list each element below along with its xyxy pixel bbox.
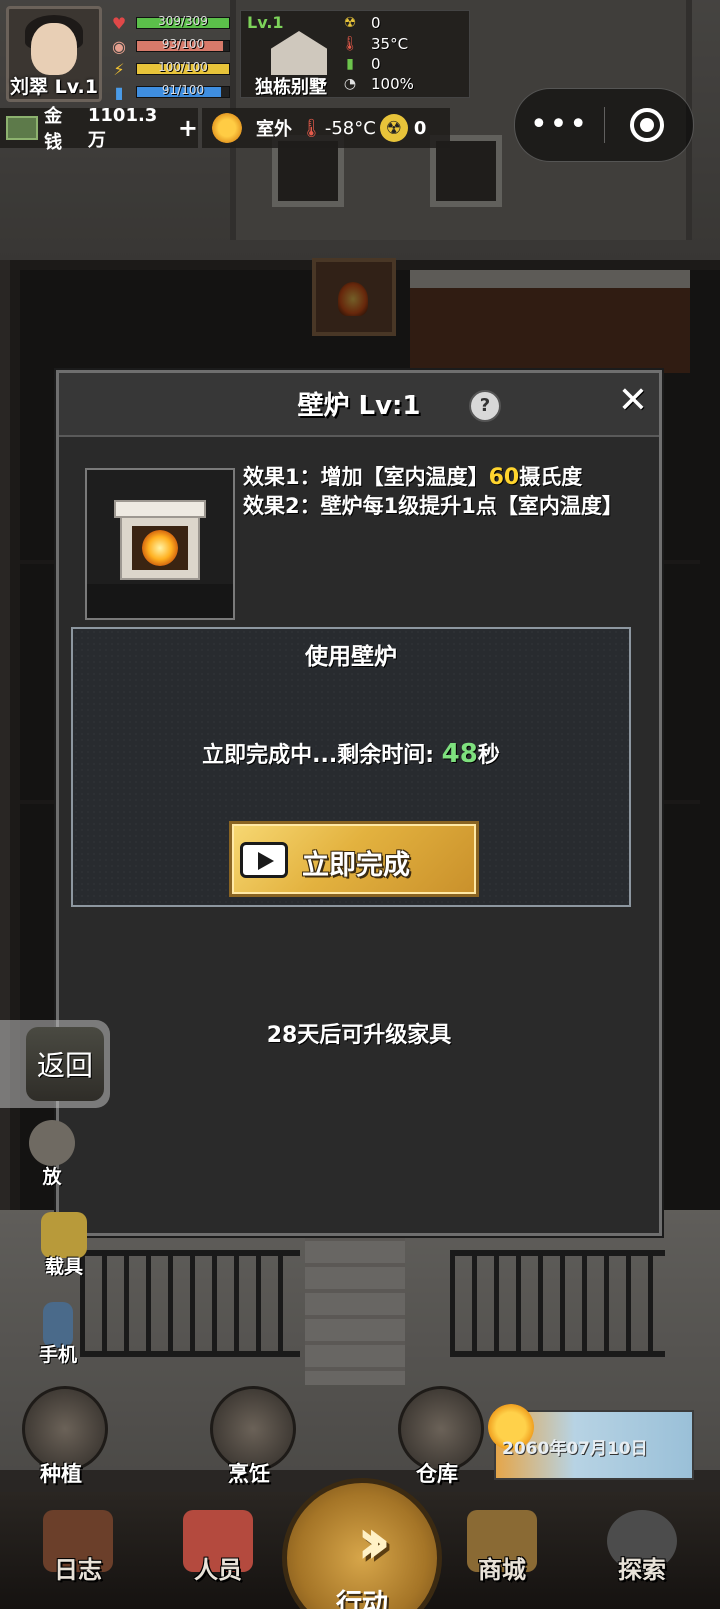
effect-2: 效果2：壁炉每1级提升1点【室内温度】 xyxy=(243,494,623,518)
house-durability: 100% xyxy=(371,75,414,93)
use-panel-title: 使用壁炉 xyxy=(305,644,397,670)
house-level: Lv.1 xyxy=(247,13,284,32)
sun-cloud-icon xyxy=(212,113,242,143)
energy-icon: ⚡ xyxy=(113,59,125,79)
outdoor-radiation: 0 xyxy=(413,117,427,139)
stomach-icon: ◉ xyxy=(112,36,126,56)
side-item-label: 载具 xyxy=(44,1256,83,1278)
house-icon xyxy=(271,31,327,75)
outdoor-label: 室外 xyxy=(256,119,292,140)
status-text: 立即完成中...剩余时间: xyxy=(202,743,442,768)
fireplace-dialog: 壁炉 Lv:1 ? ✕ 效果1：增加【室内温度】60摄氏度 效果2：壁炉每1级提… xyxy=(56,370,662,1236)
radiation-icon: ☢ xyxy=(379,114,408,142)
house-status-panel[interactable]: Lv.1 独栋别墅 ☢ 0 🌡 35°C ▮ 0 ◔ 100% xyxy=(240,10,470,98)
money-value: 1101.3万 xyxy=(87,104,158,151)
finish-now-button[interactable]: 立即完成 xyxy=(229,821,479,897)
side-item-vehicle[interactable]: 载具 xyxy=(22,1212,106,1279)
action-label: 行动 xyxy=(335,1589,388,1609)
side-item-phone[interactable]: 手机 xyxy=(16,1302,100,1367)
seconds-unit: 秒 xyxy=(477,743,500,768)
radiation-icon: ☢ xyxy=(343,15,357,31)
use-fireplace-panel: 使用壁炉 立即完成中...剩余时间: 48秒 立即完成 xyxy=(71,627,631,907)
water-stat: ▮ 91/100 xyxy=(108,81,230,103)
energy-stat: ⚡ 100/100 xyxy=(108,58,230,80)
date-badge: 2060年07月10日 xyxy=(488,1404,694,1480)
back-button-label: 返回 xyxy=(26,1027,104,1101)
effect-1-value: 60 xyxy=(488,465,520,490)
magnifier-icon xyxy=(29,1120,75,1166)
side-item-label: 手机 xyxy=(38,1344,77,1366)
weather-panel: 室外 🌡 -58°C ☢ 0 xyxy=(202,108,450,148)
dialog-header: 壁炉 Lv:1 ? ✕ xyxy=(59,373,659,437)
cook-label: 烹饪 xyxy=(228,1462,270,1486)
health-value: 309/309 xyxy=(158,14,208,28)
house-power: 0 xyxy=(371,55,381,73)
water-value: 91/100 xyxy=(161,83,205,97)
nav-explore[interactable]: 探索 xyxy=(582,1510,702,1585)
nav-shop[interactable]: 商城 xyxy=(442,1510,562,1585)
help-button[interactable]: ? xyxy=(469,390,501,422)
thermometer-icon: 🌡 xyxy=(300,117,323,139)
effects-description: 效果1：增加【室内温度】60摄氏度 效果2：壁炉每1级提升1点【室内温度】 xyxy=(243,463,643,521)
house-radiation: 0 xyxy=(371,14,381,32)
fireplace-icon xyxy=(114,500,206,582)
heart-icon: ♥ xyxy=(111,13,127,33)
money-label: 金钱 xyxy=(44,106,63,153)
health-stat: ♥ 309/309 xyxy=(108,12,230,34)
hunger-stat: ◉ 93/100 xyxy=(108,35,230,57)
effect-1-unit: 摄氏度 xyxy=(519,465,583,489)
finish-now-label: 立即完成 xyxy=(302,850,410,881)
hunger-value: 93/100 xyxy=(161,37,205,51)
warehouse-label: 仓库 xyxy=(416,1462,458,1486)
nav-log-label: 日志 xyxy=(54,1556,102,1584)
miniprogram-capsule: ••• xyxy=(514,88,694,162)
side-item-label: 放 xyxy=(42,1166,62,1188)
nav-explore-label: 探索 xyxy=(618,1556,666,1584)
effect-1: 效果1：增加【室内温度】60摄氏度 xyxy=(243,463,643,492)
remaining-time-status: 立即完成中...剩余时间: 48秒 xyxy=(73,737,629,769)
video-play-icon xyxy=(240,842,288,878)
money-icon xyxy=(6,116,39,140)
nav-personnel-label: 人员 xyxy=(194,1556,242,1584)
exit-miniprogram-button[interactable] xyxy=(630,108,664,142)
item-image-frame xyxy=(85,468,235,620)
game-date: 2060年07月10日 xyxy=(502,1439,648,1459)
nav-personnel[interactable]: 人员 xyxy=(158,1510,278,1585)
add-money-button[interactable]: + xyxy=(178,114,198,142)
battery-icon: ▮ xyxy=(346,56,354,72)
close-button[interactable]: ✕ xyxy=(615,383,651,419)
capsule-divider xyxy=(604,107,605,143)
more-options-button[interactable]: ••• xyxy=(515,110,604,140)
circle-icon xyxy=(640,118,654,132)
nav-log[interactable]: 日志 xyxy=(18,1510,138,1585)
nav-shop-label: 商城 xyxy=(478,1556,526,1584)
dialog-title: 壁炉 Lv:1 xyxy=(297,391,421,421)
outdoor-temperature: -58°C xyxy=(324,117,376,139)
energy-value: 100/100 xyxy=(158,60,208,74)
money-panel: 金钱 1101.3万 + xyxy=(0,105,198,153)
player-name-level: 刘翠 Lv.1 xyxy=(10,76,98,98)
back-button[interactable]: 返回 xyxy=(0,1020,110,1108)
house-temperature: 35°C xyxy=(371,35,409,53)
house-name: 独栋别墅 xyxy=(255,77,327,98)
plant-label: 种植 xyxy=(40,1462,82,1486)
effect-1-text: 效果1：增加【室内温度】 xyxy=(243,465,489,489)
upgrade-availability-note: 28天后可升级家具 xyxy=(266,1023,452,1048)
remaining-seconds: 48 xyxy=(441,739,478,769)
thermometer-icon: 🌡 xyxy=(341,36,359,52)
water-icon: ▮ xyxy=(114,82,124,102)
side-item-place[interactable]: 放 xyxy=(10,1120,94,1189)
pie-icon: ◔ xyxy=(343,76,357,92)
fast-forward-icon: ›› xyxy=(356,1505,392,1579)
